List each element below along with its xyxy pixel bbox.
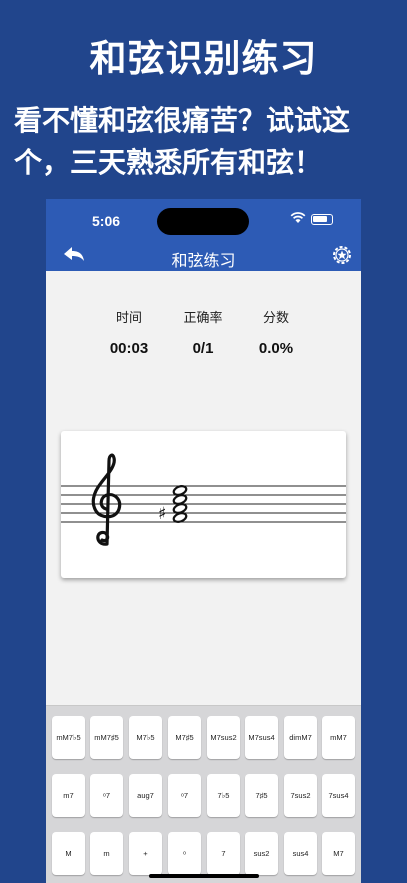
- chord-key[interactable]: M7♯5: [168, 716, 201, 759]
- home-indicator: [149, 874, 259, 878]
- chord-key[interactable]: M7♭5: [129, 716, 162, 759]
- gear-star-icon[interactable]: [330, 243, 354, 267]
- chord-key[interactable]: aug7: [129, 774, 162, 817]
- chord-key[interactable]: sus4: [284, 832, 317, 875]
- nav-title: 和弦练习: [171, 253, 236, 270]
- chord-key[interactable]: M7sus2: [207, 716, 240, 759]
- stat-accuracy-label: 正确率: [183, 310, 223, 325]
- chord-key[interactable]: ᵒ7: [168, 774, 201, 817]
- staff-card: ♯: [61, 431, 346, 578]
- chord-key[interactable]: M: [52, 832, 85, 875]
- stat-time-value: 00:03: [109, 340, 149, 357]
- chord-key[interactable]: M7: [322, 832, 355, 875]
- chord-key[interactable]: mM7: [322, 716, 355, 759]
- chord-key[interactable]: 7♯5: [245, 774, 278, 817]
- phone-screen: 5:06 和弦练习 时间 00:03 正确率 0/1 分数 0.0% ♯ mM7…: [46, 199, 361, 883]
- wifi-icon: [290, 212, 306, 223]
- chord-key[interactable]: mM7♭5: [52, 716, 85, 759]
- stat-score: 分数 0.0%: [236, 307, 316, 357]
- chord-key[interactable]: ᵒ7: [90, 774, 123, 817]
- battery-icon: [311, 214, 333, 225]
- promo-subtitle: 看不懂和弦很痛苦？试试这个，三天熟悉所有和弦！: [14, 105, 351, 178]
- chord-key[interactable]: ᵒ: [168, 832, 201, 875]
- stat-accuracy: 正确率 0/1: [163, 307, 243, 357]
- chord-key[interactable]: dimM7: [284, 716, 317, 759]
- chord-key[interactable]: 7: [207, 832, 240, 875]
- sharp-accidental: ♯: [158, 504, 166, 524]
- nav-bar: 和弦练习: [46, 243, 361, 271]
- chord-keyboard: mM7♭5 mM7♯5 M7♭5 M7♯5 M7sus2 M7sus4 dimM7 mM7 m7…: [46, 705, 361, 883]
- chord-notes: [172, 485, 188, 523]
- stat-score-label: 分数: [262, 310, 289, 325]
- promo-title: 和弦识别练习: [89, 38, 318, 79]
- stat-time-label: 时间: [115, 310, 142, 325]
- stat-accuracy-value: 0/1: [192, 340, 214, 357]
- chord-key[interactable]: m: [90, 832, 123, 875]
- chord-key[interactable]: 7sus2: [284, 774, 317, 817]
- chord-key[interactable]: m7: [52, 774, 85, 817]
- chord-key[interactable]: sus2: [245, 832, 278, 875]
- dynamic-island: [157, 208, 249, 235]
- status-bar: 5:06: [46, 199, 361, 243]
- music-staff: ♯: [61, 453, 346, 546]
- status-time: 5:06: [92, 213, 121, 229]
- chord-key[interactable]: mM7♯5: [90, 716, 123, 759]
- chord-key[interactable]: 7sus4: [322, 774, 355, 817]
- chord-key[interactable]: +: [129, 832, 162, 875]
- chord-key[interactable]: M7sus4: [245, 716, 278, 759]
- stat-time: 时间 00:03: [89, 307, 169, 357]
- chord-key[interactable]: 7♭5: [207, 774, 240, 817]
- stat-score-value: 0.0%: [258, 340, 294, 357]
- treble-clef-icon: [91, 453, 122, 546]
